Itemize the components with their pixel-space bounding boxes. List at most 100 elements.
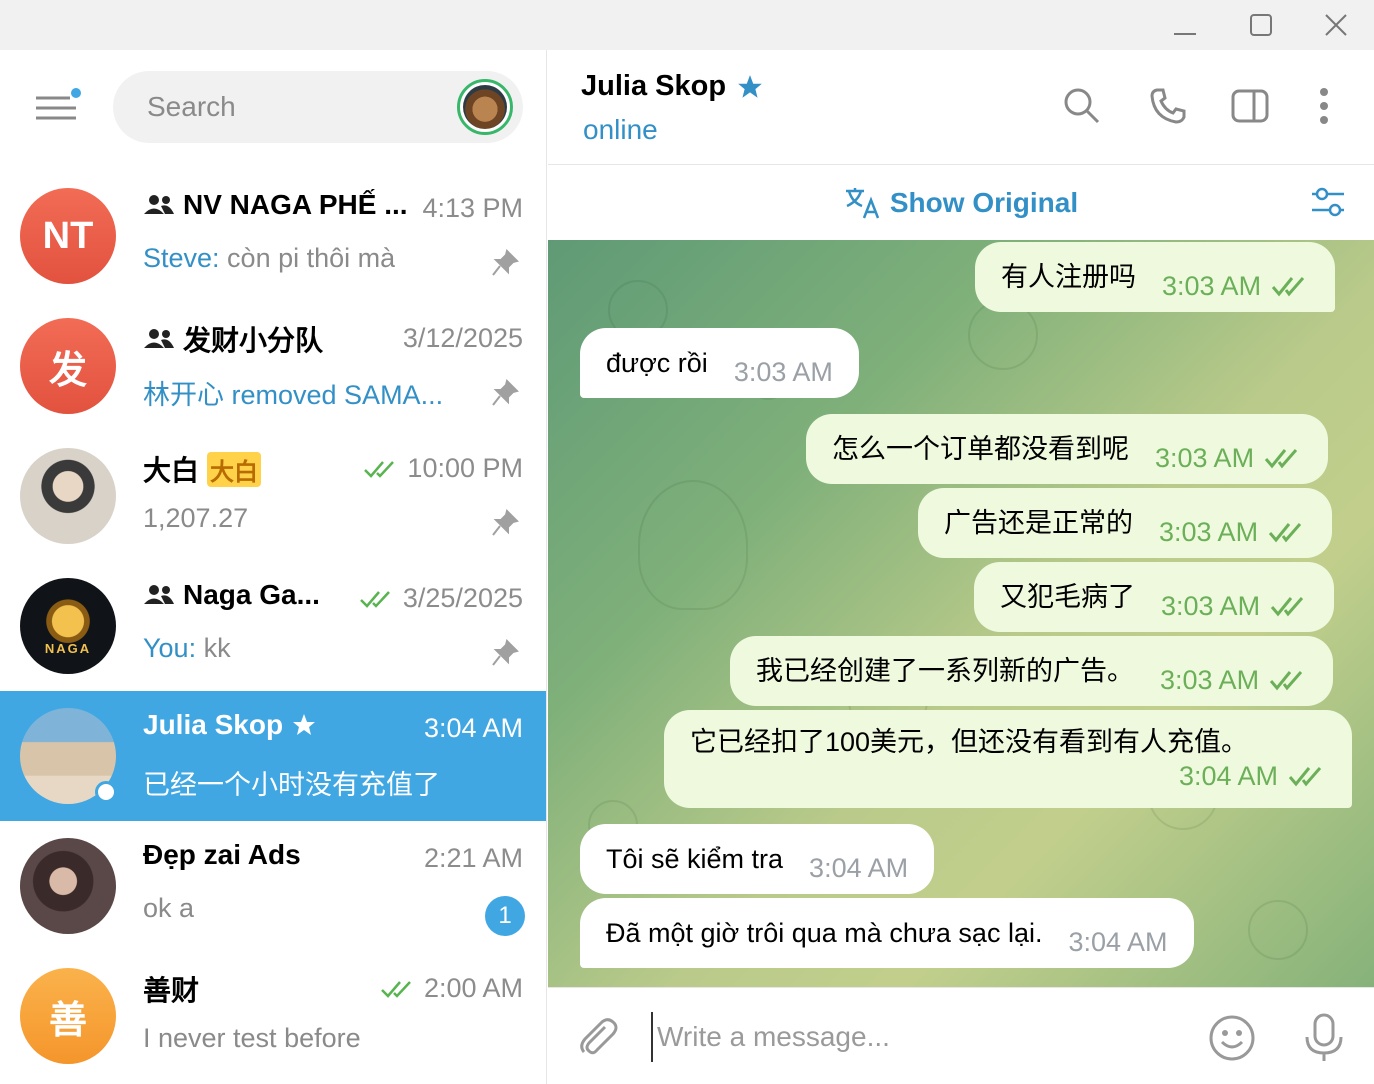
call-button[interactable] (1146, 84, 1190, 128)
double-check-icon (1264, 449, 1298, 469)
more-vertical-icon (1320, 88, 1328, 124)
chat-item-dep-zai-ads[interactable]: Đẹp zai Ads 2:21 AM ok a 1 (0, 821, 546, 951)
message-text: Tôi sẽ kiểm tra (606, 844, 784, 874)
chat-sender: You: (143, 633, 197, 663)
message-time: 3:04 AM (1178, 761, 1278, 791)
avatar: 发 (20, 318, 116, 414)
chat-item-facai-group[interactable]: 发 发财小分队 3/12/2025 林开心 removed SAMA... (0, 301, 546, 431)
chat-item-shancai[interactable]: 善 善财 2:00 AM I never test before (0, 951, 546, 1081)
main-menu-button[interactable] (30, 88, 86, 128)
message-bubble-incoming[interactable]: Đã một giờ trôi qua mà chưa sạc lại. 3:0… (580, 898, 1194, 968)
message-time: 3:03 AM (733, 357, 833, 387)
message-text: 广告还是正常的 (944, 508, 1133, 538)
chat-preview: còn pi thôi mà (219, 243, 396, 273)
chat-preview: ok a (143, 893, 195, 923)
chat-header: Julia Skop online (548, 50, 1374, 165)
contact-name: Julia Skop (581, 70, 727, 102)
avatar: 善 (20, 968, 116, 1064)
window-titlebar (0, 0, 1374, 50)
close-icon (1325, 14, 1347, 36)
search-in-chat-button[interactable] (1060, 84, 1104, 128)
chat-time: 3:04 AM (423, 713, 523, 743)
chat-name: 发财小分队 (183, 325, 324, 356)
search-icon (1064, 88, 1100, 124)
message-input[interactable] (651, 1012, 1181, 1062)
close-window-button[interactable] (1301, 0, 1371, 50)
search-box[interactable] (113, 71, 523, 143)
conversation-pane: Julia Skop online Show Original 有人注册吗 3:… (548, 50, 1374, 1084)
sliders-icon (1312, 187, 1344, 217)
star-icon (293, 714, 316, 735)
phone-icon (1150, 88, 1186, 124)
chat-name: 善财 (143, 975, 200, 1006)
message-text: 又犯毛病了 (1000, 582, 1135, 612)
double-check-icon (1270, 597, 1304, 617)
message-bubble-incoming[interactable]: Tôi sẽ kiểm tra 3:04 AM (580, 824, 935, 894)
message-area[interactable]: 有人注册吗 3:03 AM được rồi 3:03 AM 怎么一个订单都没看… (548, 240, 1374, 987)
paperclip-icon (580, 1018, 618, 1055)
chat-time: 4:13 PM (422, 193, 523, 223)
message-bubble-outgoing[interactable]: 又犯毛病了 3:03 AM (974, 562, 1335, 632)
double-check-icon (1269, 671, 1303, 691)
chat-name: Naga Ga... (183, 579, 320, 610)
contact-status: online (583, 114, 658, 145)
chat-time: 10:00 PM (407, 453, 523, 483)
message-text: 它已经扣了100美元，但还没有看到有人充值。 (690, 727, 1249, 757)
translation-bar: Show Original (548, 166, 1374, 240)
story-avatar[interactable] (457, 79, 513, 135)
double-check-icon (1271, 277, 1305, 297)
message-bubble-outgoing[interactable]: 它已经扣了100美元，但还没有看到有人充值。 3:04 AM (664, 710, 1352, 808)
chat-item-dabai[interactable]: 大白 大白 10:00 PM 1,207.27 (0, 431, 546, 561)
voice-message-button[interactable] (1298, 1012, 1350, 1064)
avatar (20, 448, 116, 544)
pin-icon (492, 639, 519, 666)
pin-icon (492, 249, 519, 276)
chat-item-nv-naga[interactable]: NT NV NAGA PHẾ ... 4:13 PM Steve: còn pi… (0, 171, 546, 301)
message-time: 3:03 AM (1161, 591, 1261, 621)
microphone-icon (1305, 1013, 1343, 1061)
toggle-sidebar-button[interactable] (1228, 84, 1272, 128)
message-bubble-outgoing[interactable]: 有人注册吗 3:03 AM (975, 242, 1336, 312)
avatar: NAGA (20, 578, 116, 674)
translation-settings-button[interactable] (1310, 184, 1346, 225)
avatar (20, 838, 116, 934)
chat-name: Julia Skop (143, 709, 284, 740)
chat-name: Đẹp zai Ads (143, 839, 301, 870)
show-original-button[interactable]: Show Original (844, 186, 1078, 220)
message-bubble-incoming[interactable]: được rồi 3:03 AM (580, 328, 859, 398)
double-check-icon (381, 980, 411, 998)
message-bubble-outgoing[interactable]: 广告还是正常的 3:03 AM (918, 488, 1333, 558)
double-check-icon (364, 460, 395, 478)
chat-title[interactable]: Julia Skop (581, 70, 764, 103)
minimize-icon (1174, 33, 1196, 35)
group-icon (144, 329, 174, 348)
pin-icon (492, 509, 519, 536)
emoji-button[interactable] (1206, 1012, 1258, 1064)
chat-sender: Steve: (143, 243, 220, 273)
chat-list-sidebar: NT NV NAGA PHẾ ... 4:13 PM Steve: còn pi… (0, 50, 547, 1084)
more-options-button[interactable] (1302, 84, 1346, 128)
message-composer (548, 987, 1374, 1084)
group-icon (144, 195, 174, 214)
double-check-icon (359, 590, 390, 608)
chat-item-julia-skop[interactable]: Julia Skop 3:04 AM 已经一个小时没有充值了 (0, 691, 546, 821)
chat-preview: I never test before (143, 1023, 361, 1053)
chat-preview: kk (196, 633, 231, 663)
star-icon (738, 74, 762, 98)
chat-item-naga-games[interactable]: NAGA Naga Ga... 3/25/2025 You: kk (0, 561, 546, 691)
attach-button[interactable] (572, 1012, 624, 1064)
minimize-button[interactable] (1150, 0, 1220, 50)
maximize-icon (1250, 14, 1272, 36)
message-time: 3:03 AM (1159, 517, 1259, 547)
message-text: 我已经创建了一系列新的广告。 (756, 656, 1134, 686)
maximize-button[interactable] (1226, 0, 1296, 50)
smile-icon (1209, 1015, 1255, 1061)
message-bubble-outgoing[interactable]: 我已经创建了一系列新的广告。 3:03 AM (730, 636, 1334, 706)
chat-name: 大白 (143, 455, 200, 486)
unread-badge: 1 (485, 896, 525, 936)
message-bubble-outgoing[interactable]: 怎么一个订单都没看到呢 3:03 AM (806, 414, 1329, 484)
chat-time: 3/12/2025 (402, 323, 523, 353)
search-input[interactable] (147, 71, 447, 143)
chat-name: NV NAGA PHẾ ... (183, 189, 408, 220)
translate-icon (845, 188, 880, 219)
